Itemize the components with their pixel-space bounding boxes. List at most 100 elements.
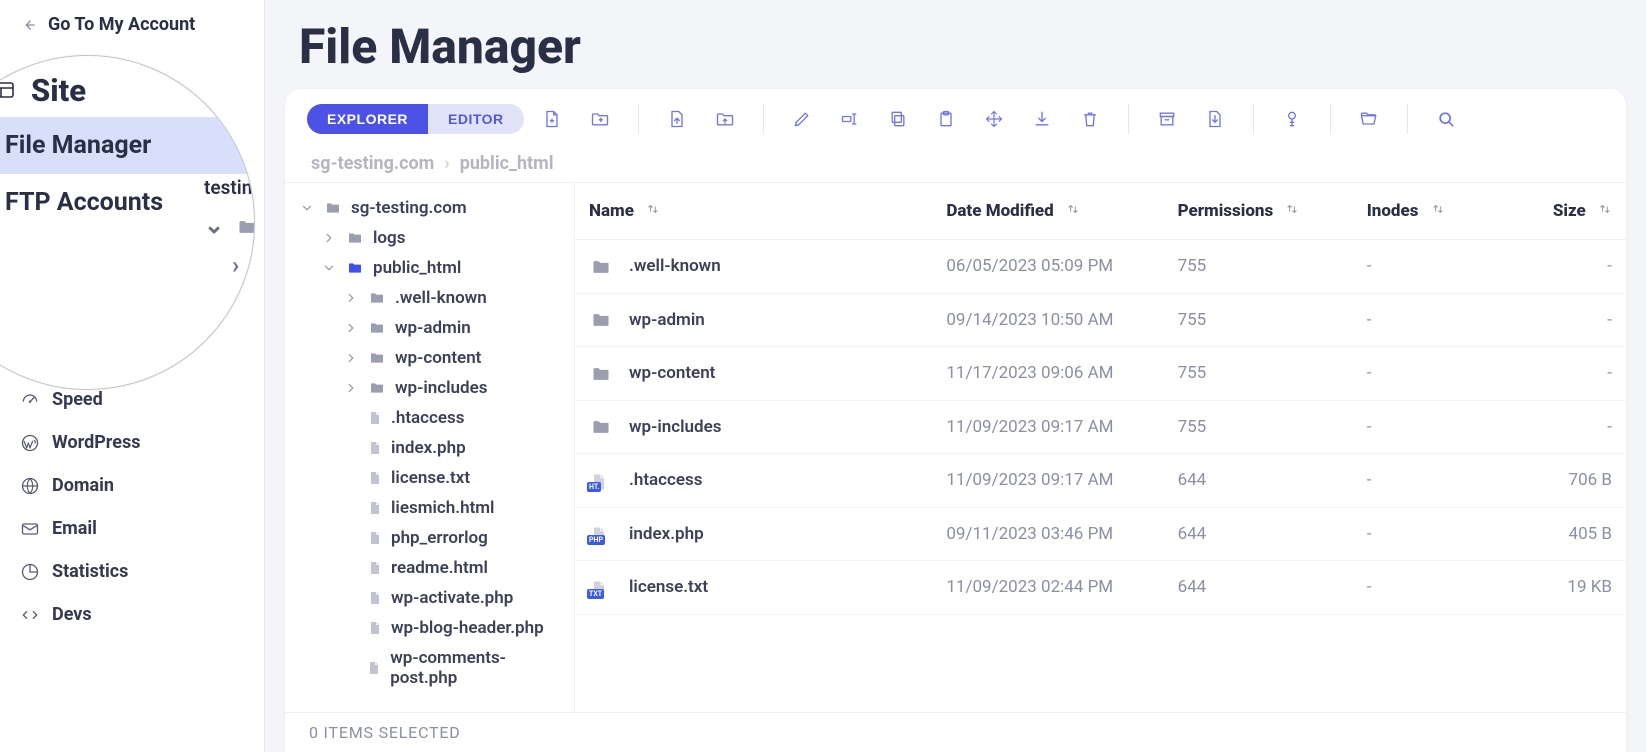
- tree-item[interactable]: logs: [285, 223, 574, 253]
- toolbar-separator: [1330, 104, 1331, 134]
- folder-upload-button[interactable]: [705, 99, 745, 139]
- tree-item[interactable]: license.txt: [285, 463, 574, 493]
- file-icon: [367, 559, 383, 577]
- breadcrumb: sg-testing.com › public_html: [285, 149, 1626, 182]
- edit-button[interactable]: [782, 99, 822, 139]
- file-icon: HT.: [589, 471, 613, 491]
- chevron-right-icon[interactable]: [343, 320, 359, 336]
- sidebar-item-wordpress[interactable]: WordPress: [0, 421, 264, 464]
- tree-item[interactable]: wp-admin: [285, 313, 574, 343]
- chevron-right-icon[interactable]: [321, 230, 337, 246]
- file-icon: [367, 589, 383, 607]
- cell-modified: 11/17/2023 09:06 AM: [932, 347, 1163, 401]
- chevron-down-icon[interactable]: [321, 260, 337, 276]
- tree-item[interactable]: wp-comments-post.php: [285, 643, 574, 693]
- table-row[interactable]: wp-content11/17/2023 09:06 AM755--: [575, 347, 1626, 401]
- file-name: wp-admin: [629, 310, 705, 330]
- sidebar-item-statistics[interactable]: Statistics: [0, 550, 264, 593]
- tree-item[interactable]: wp-blog-header.php: [285, 613, 574, 643]
- chevron-right-icon[interactable]: [343, 290, 359, 306]
- back-account-link[interactable]: Go To My Account: [48, 14, 195, 35]
- cell-permissions: 755: [1164, 240, 1353, 294]
- paste-button[interactable]: [926, 99, 966, 139]
- cell-size: 706 B: [1500, 454, 1626, 508]
- magnified-site-heading: Site: [0, 64, 255, 117]
- table-row[interactable]: wp-admin09/14/2023 10:50 AM755--: [575, 293, 1626, 347]
- tab-explorer[interactable]: EXPLORER: [307, 104, 428, 134]
- cell-inodes: -: [1353, 507, 1500, 561]
- chevron-right-icon[interactable]: [343, 380, 359, 396]
- tree-label: sg-testing.com: [351, 198, 467, 218]
- chevron-right-icon: ›: [444, 153, 449, 174]
- tree-item[interactable]: .htaccess: [285, 403, 574, 433]
- cell-modified: 09/14/2023 10:50 AM: [932, 293, 1163, 347]
- breadcrumb-current[interactable]: public_html: [460, 153, 554, 174]
- tree-item[interactable]: liesmich.html: [285, 493, 574, 523]
- col-modified[interactable]: Date Modified: [946, 201, 1053, 221]
- sort-icon[interactable]: [1431, 201, 1445, 221]
- tree-item[interactable]: index.php: [285, 433, 574, 463]
- file-icon: [367, 469, 383, 487]
- file-icon: [366, 659, 382, 677]
- tree-item[interactable]: php_errorlog: [285, 523, 574, 553]
- tree-item[interactable]: .well-known: [285, 283, 574, 313]
- table-row[interactable]: HT..htaccess11/09/2023 09:17 AM644-706 B: [575, 454, 1626, 508]
- file-name: wp-content: [629, 363, 715, 383]
- search-button[interactable]: [1426, 99, 1466, 139]
- file-icon: PHP: [589, 524, 613, 544]
- col-size[interactable]: Size: [1553, 201, 1586, 221]
- breadcrumb-root[interactable]: sg-testing.com: [311, 153, 434, 174]
- open-folder-button[interactable]: [1349, 99, 1389, 139]
- col-name[interactable]: Name: [589, 201, 634, 221]
- cell-modified: 06/05/2023 05:09 PM: [932, 240, 1163, 294]
- speed-icon: [20, 390, 40, 410]
- tab-editor[interactable]: EDITOR: [428, 104, 524, 134]
- tree-item[interactable]: wp-includes: [285, 373, 574, 403]
- back-icon[interactable]: [20, 16, 38, 34]
- tree-label: logs: [373, 228, 405, 248]
- permissions-button[interactable]: [1272, 99, 1312, 139]
- table-row[interactable]: wp-includes11/09/2023 09:17 AM755--: [575, 400, 1626, 454]
- tree-item[interactable]: wp-content: [285, 343, 574, 373]
- sort-icon[interactable]: [646, 201, 660, 221]
- extract-button[interactable]: [1195, 99, 1235, 139]
- download-button[interactable]: [1022, 99, 1062, 139]
- col-permissions[interactable]: Permissions: [1178, 201, 1274, 221]
- tree-item[interactable]: wp-activate.php: [285, 583, 574, 613]
- sidebar-item-label: WordPress: [52, 432, 140, 453]
- file-icon: [367, 529, 383, 547]
- table-row[interactable]: PHPindex.php09/11/2023 03:46 PM644-405 B: [575, 507, 1626, 561]
- tree-root[interactable]: sg-testing.com: [285, 193, 574, 223]
- col-inodes[interactable]: Inodes: [1367, 201, 1419, 221]
- table-row[interactable]: TXTlicense.txt11/09/2023 02:44 PM644-19 …: [575, 561, 1626, 615]
- table-row[interactable]: .well-known06/05/2023 05:09 PM755--: [575, 240, 1626, 294]
- move-button[interactable]: [974, 99, 1014, 139]
- new-folder-button[interactable]: [580, 99, 620, 139]
- cell-permissions: 644: [1164, 561, 1353, 615]
- chevron-right-icon[interactable]: [343, 350, 359, 366]
- toolbar-separator: [1253, 104, 1254, 134]
- sidebar-item-speed[interactable]: Speed: [0, 378, 264, 421]
- file-upload-button[interactable]: [657, 99, 697, 139]
- sort-icon[interactable]: [1598, 201, 1612, 221]
- tree-label: wp-blog-header.php: [391, 618, 544, 638]
- file-icon: [367, 619, 383, 637]
- tree-label: .htaccess: [391, 408, 465, 428]
- delete-button[interactable]: [1070, 99, 1110, 139]
- sort-icon[interactable]: [1066, 201, 1080, 221]
- sidebar-item-email[interactable]: Email: [0, 507, 264, 550]
- sidebar-item-devs[interactable]: Devs: [0, 593, 264, 636]
- sort-icon[interactable]: [1285, 201, 1299, 221]
- rename-button[interactable]: [830, 99, 870, 139]
- sidebar-item-domain[interactable]: Domain: [0, 464, 264, 507]
- copy-button[interactable]: [878, 99, 918, 139]
- cell-inodes: -: [1353, 240, 1500, 294]
- archive-button[interactable]: [1147, 99, 1187, 139]
- main: File Manager EXPLORER EDITOR: [265, 0, 1646, 752]
- tree-item[interactable]: public_html: [285, 253, 574, 283]
- file-name: .well-known: [629, 256, 721, 276]
- cell-inodes: -: [1353, 293, 1500, 347]
- sidebar-item-label: Domain: [52, 475, 114, 496]
- new-file-button[interactable]: [532, 99, 572, 139]
- tree-item[interactable]: readme.html: [285, 553, 574, 583]
